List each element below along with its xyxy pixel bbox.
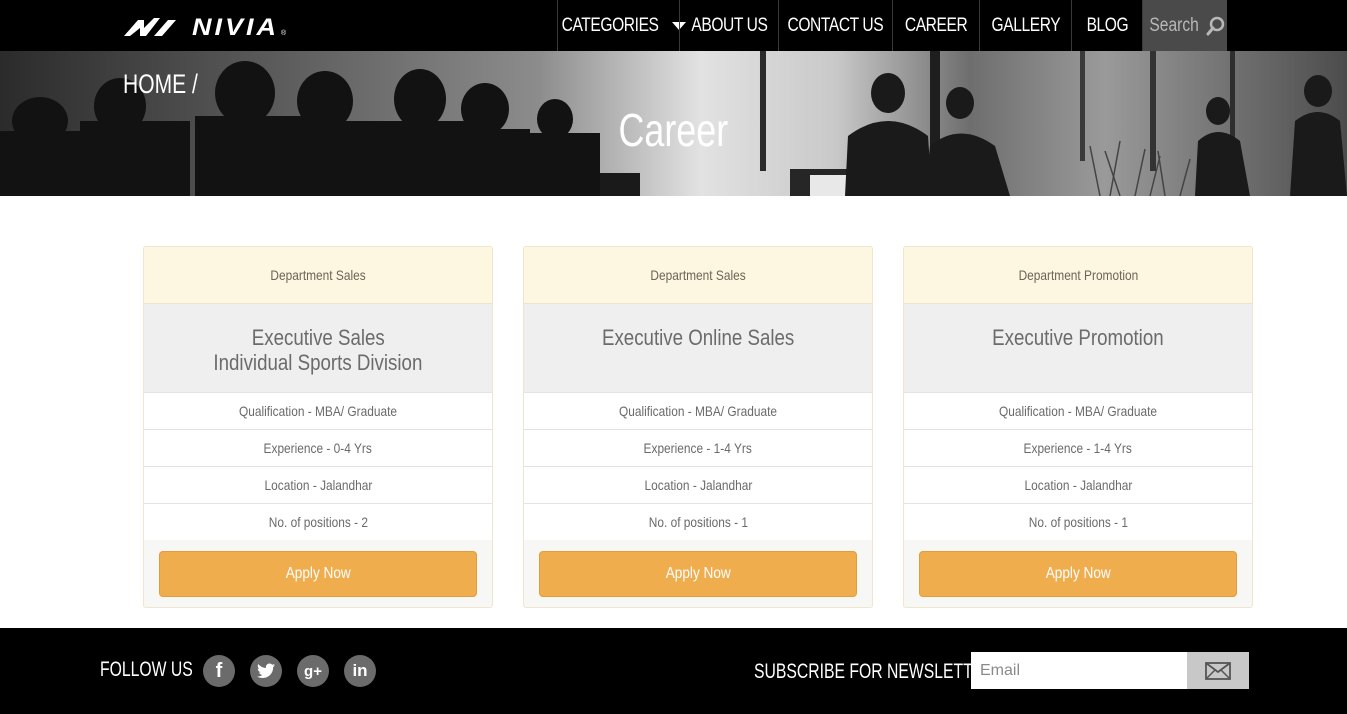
nav-contact-us[interactable]: CONTACT US <box>778 0 892 51</box>
facebook-glyph: f <box>215 659 223 682</box>
job-positions-label: No. of positions - 2 <box>268 514 368 530</box>
nav-about-us[interactable]: ABOUT US <box>679 0 778 51</box>
search-box[interactable]: Search <box>1142 0 1227 51</box>
logo-registered-mark: ® <box>281 30 287 37</box>
site-footer: FOLLOW US f g+ in SUBSCRIBE FOR NEWSLETT… <box>0 628 1347 714</box>
job-positions-label: No. of positions - 1 <box>1028 514 1128 530</box>
job-positions-label: No. of positions - 1 <box>648 514 748 530</box>
breadcrumb[interactable]: HOME / <box>123 69 219 100</box>
follow-us-label: FOLLOW US <box>100 658 193 681</box>
job-department-label: Department Promotion <box>1018 267 1138 283</box>
nav-categories-label: CATEGORIES <box>562 14 659 36</box>
linkedin-icon[interactable]: in <box>344 655 376 687</box>
job-location: Location - Jalandhar <box>524 466 872 503</box>
job-experience-label: Experience - 0-4 Yrs <box>263 440 373 456</box>
search-icon <box>1206 16 1225 35</box>
job-location-label: Location - Jalandhar <box>1024 477 1132 493</box>
job-qualification: Qualification - MBA/ Graduate <box>524 392 872 429</box>
job-qualification: Qualification - MBA/ Graduate <box>904 392 1252 429</box>
job-card-2: Department Sales Executive Online Sales … <box>523 246 873 608</box>
google-plus-glyph: g+ <box>304 662 322 680</box>
nav-about-label: ABOUT US <box>690 14 768 36</box>
job-experience-label: Experience - 1-4 Yrs <box>1023 440 1133 456</box>
nav-gallery[interactable]: GALLERY <box>979 0 1071 51</box>
nav-categories[interactable]: CATEGORIES <box>557 0 686 51</box>
apply-now-label: Apply Now <box>1045 565 1111 582</box>
nav-gallery-label: GALLERY <box>991 14 1060 36</box>
job-location-label: Location - Jalandhar <box>264 477 372 493</box>
job-department: Department Promotion <box>904 247 1252 304</box>
job-positions: No. of positions - 1 <box>524 503 872 540</box>
logo-mark-icon <box>124 18 176 36</box>
newsletter-email-input[interactable] <box>971 652 1188 689</box>
main-nav: CATEGORIES ABOUT US CONTACT US CAREER GA… <box>557 0 1227 51</box>
nav-career[interactable]: CAREER <box>892 0 979 51</box>
job-title-line1: Executive Promotion <box>992 325 1164 350</box>
job-positions: No. of positions - 1 <box>904 503 1252 540</box>
nivia-logo[interactable]: NIVIA ® <box>124 13 287 41</box>
nav-contact-label: CONTACT US <box>787 14 884 36</box>
job-location: Location - Jalandhar <box>144 466 492 503</box>
job-department: Department Sales <box>144 247 492 304</box>
apply-now-button[interactable]: Apply Now <box>159 551 477 597</box>
job-department: Department Sales <box>524 247 872 304</box>
nav-blog[interactable]: BLOG <box>1071 0 1142 51</box>
apply-now-button[interactable]: Apply Now <box>539 551 857 597</box>
top-navigation-bar: NIVIA ® CATEGORIES ABOUT US CONTACT US C… <box>0 0 1347 51</box>
hero-banner: HOME / Career <box>0 51 1347 196</box>
job-experience: Experience - 1-4 Yrs <box>904 429 1252 466</box>
google-plus-icon[interactable]: g+ <box>297 655 329 687</box>
job-card-footer: Apply Now <box>144 541 492 607</box>
job-card-footer: Apply Now <box>904 541 1252 607</box>
apply-now-label: Apply Now <box>665 565 731 582</box>
job-qualification-label: Qualification - MBA/ Graduate <box>618 403 778 419</box>
job-card-1: Department Sales Executive Sales Individ… <box>143 246 493 608</box>
page-title-text: Career <box>618 104 729 156</box>
job-location-label: Location - Jalandhar <box>644 477 752 493</box>
job-positions: No. of positions - 2 <box>144 503 492 540</box>
job-card-footer: Apply Now <box>524 541 872 607</box>
twitter-bird-glyph <box>257 663 275 679</box>
envelope-icon <box>1205 661 1231 680</box>
twitter-icon[interactable] <box>250 655 282 687</box>
logo-text: NIVIA <box>192 13 280 41</box>
facebook-icon[interactable]: f <box>203 655 235 687</box>
job-title-line1: Executive Sales <box>251 325 385 350</box>
apply-now-button[interactable]: Apply Now <box>919 551 1237 597</box>
job-qualification-label: Qualification - MBA/ Graduate <box>238 403 398 419</box>
job-title-line1: Executive Online Sales <box>601 325 795 350</box>
linkedin-glyph: in <box>352 661 368 680</box>
job-title: Executive Online Sales <box>524 304 872 392</box>
job-card-3: Department Promotion Executive Promotion… <box>903 246 1253 608</box>
nav-career-label: CAREER <box>904 14 968 36</box>
job-department-label: Department Sales <box>270 267 366 283</box>
job-title: Executive Promotion <box>904 304 1252 392</box>
job-qualification: Qualification - MBA/ Graduate <box>144 392 492 429</box>
job-department-label: Department Sales <box>650 267 746 283</box>
breadcrumb-home[interactable]: HOME / <box>123 69 198 100</box>
newsletter-submit-button[interactable] <box>1187 652 1249 689</box>
job-experience-label: Experience - 1-4 Yrs <box>643 440 753 456</box>
job-qualification-label: Qualification - MBA/ Graduate <box>998 403 1158 419</box>
search-label: Search <box>1149 14 1199 36</box>
newsletter-label: SUBSCRIBE FOR NEWSLETTER <box>754 660 995 683</box>
nav-blog-label: BLOG <box>1086 14 1128 36</box>
apply-now-label: Apply Now <box>285 565 351 582</box>
job-title-line2: Individual Sports Division <box>213 350 423 375</box>
job-location: Location - Jalandhar <box>904 466 1252 503</box>
job-experience: Experience - 0-4 Yrs <box>144 429 492 466</box>
job-experience: Experience - 1-4 Yrs <box>524 429 872 466</box>
page-title: Career <box>0 103 1347 157</box>
job-title: Executive Sales Individual Sports Divisi… <box>144 304 492 392</box>
